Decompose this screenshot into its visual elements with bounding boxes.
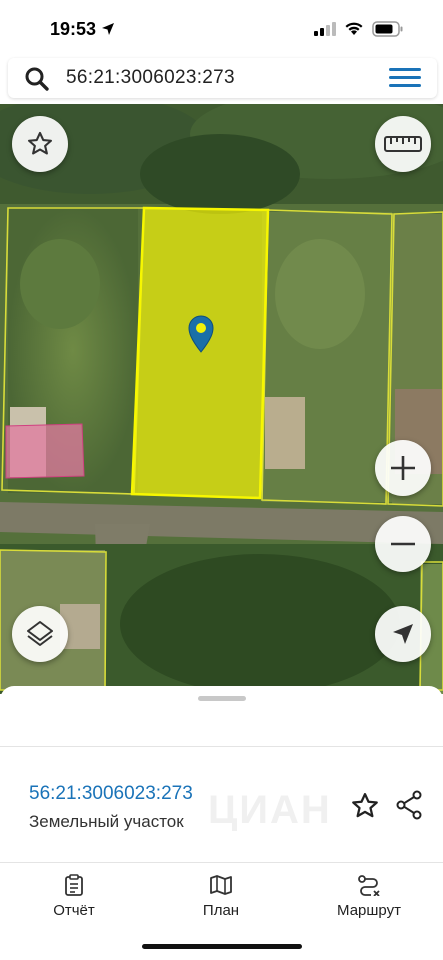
home-indicator [142,944,302,949]
ruler-icon [384,136,422,152]
status-bar: 19:53 [0,0,443,56]
navigation-arrow-icon [393,624,413,644]
minus-icon [391,542,415,546]
zoom-out-button[interactable] [375,516,431,572]
plus-icon [391,456,415,480]
watermark-logo: ЦИАН [208,788,332,832]
favorite-map-button[interactable] [12,116,68,172]
satellite-map[interactable] [0,104,443,694]
zoom-in-button[interactable] [375,440,431,496]
bottom-tab-bar: Отчёт План Маршрут [0,860,443,920]
map-view[interactable] [0,104,443,694]
layers-icon [27,621,53,646]
map-plan-icon [210,875,232,895]
status-time: 19:53 [50,19,97,39]
parcel-type-label: Земельный участок [29,812,184,831]
hamburger-menu-icon[interactable] [389,68,421,88]
wifi-icon [345,22,363,35]
tab-plan-label: План [202,902,240,919]
route-icon [358,875,380,896]
ruler-button[interactable] [375,116,431,172]
parcel-number-link[interactable]: 56:21:3006023:273 [29,783,193,805]
layers-button[interactable] [12,606,68,662]
tab-plan[interactable]: План [161,874,281,920]
report-icon [65,874,83,896]
sheet-grabber[interactable] [198,696,246,701]
cellular-signal-icon [314,22,336,36]
tab-route-label: Маршрут [337,902,401,919]
star-outline-icon [27,131,53,155]
parcel-bottom-sheet[interactable]: ЦИАН 56:21:3006023:273 Земельный участок… [0,686,443,960]
favorite-star-icon[interactable] [350,791,380,821]
share-icon[interactable] [395,790,423,820]
search-bar[interactable]: 56:21:3006023:273 [8,58,437,98]
divider [0,746,443,747]
my-location-button[interactable] [375,606,431,662]
tab-report-label: Отчёт [53,902,95,919]
tab-route[interactable]: Маршрут [309,874,429,920]
search-input[interactable]: 56:21:3006023:273 [66,67,235,89]
tab-report[interactable]: Отчёт [14,874,134,920]
search-icon[interactable] [24,66,50,92]
battery-icon [372,21,403,37]
selected-parcel [130,206,270,500]
location-arrow-icon [102,23,114,35]
